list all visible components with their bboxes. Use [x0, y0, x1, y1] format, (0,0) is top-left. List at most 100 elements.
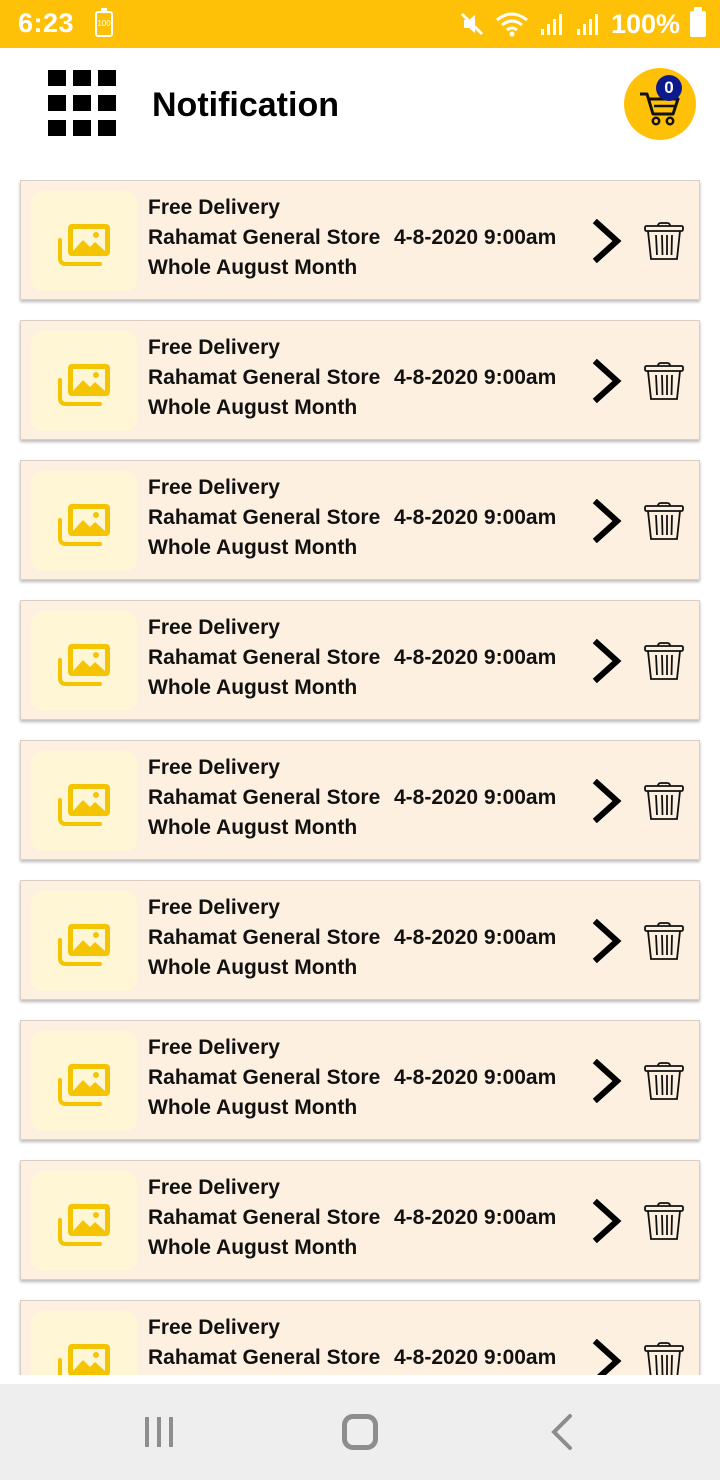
trash-icon[interactable]: [643, 1341, 685, 1375]
notification-store: Rahamat General Store: [148, 786, 381, 809]
system-nav-bar: [0, 1384, 720, 1480]
app-bar: Notification 0: [0, 48, 720, 168]
notification-store: Rahamat General Store: [148, 226, 381, 249]
notification-thumbnail: [31, 611, 137, 711]
chevron-right-icon[interactable]: [591, 639, 623, 683]
notification-card[interactable]: Free Delivery Rahamat General Store Whol…: [20, 180, 700, 300]
notification-text: Free Delivery Rahamat General Store Whol…: [148, 333, 388, 423]
notification-title: Free Delivery: [148, 1036, 280, 1059]
trash-icon[interactable]: [643, 501, 685, 541]
notification-title: Free Delivery: [148, 336, 280, 359]
notification-store: Rahamat General Store: [148, 1066, 381, 1089]
notification-title: Free Delivery: [148, 616, 280, 639]
notification-store: Rahamat General Store: [148, 366, 381, 389]
battery-saver-label: 100: [97, 19, 111, 28]
chevron-right-icon[interactable]: [591, 499, 623, 543]
trash-icon[interactable]: [643, 1201, 685, 1241]
notification-datetime: 4-8-2020 9:00am: [394, 226, 557, 249]
notification-thumbnail: [31, 751, 137, 851]
chevron-right-icon[interactable]: [591, 1339, 623, 1375]
chevron-right-icon[interactable]: [591, 919, 623, 963]
notification-title: Free Delivery: [148, 756, 280, 779]
notification-title: Free Delivery: [148, 1316, 280, 1339]
back-icon[interactable]: [548, 1413, 574, 1451]
notification-datetime: 4-8-2020 9:00am: [394, 646, 557, 669]
notification-text: Free Delivery Rahamat General Store Whol…: [148, 193, 388, 283]
notification-period: Whole August Month: [148, 1096, 358, 1119]
notification-thumbnail: [31, 1171, 137, 1271]
notification-text: Free Delivery Rahamat General Store Whol…: [148, 473, 388, 563]
notification-title: Free Delivery: [148, 1176, 280, 1199]
notification-card[interactable]: Free Delivery Rahamat General Store Whol…: [20, 740, 700, 860]
notification-text: Free Delivery Rahamat General Store Whol…: [148, 1173, 388, 1263]
recent-apps-icon[interactable]: [142, 1415, 176, 1449]
chevron-right-icon[interactable]: [591, 1199, 623, 1243]
image-icon: [58, 504, 110, 546]
cart-count-badge: 0: [656, 75, 682, 101]
home-icon[interactable]: [342, 1414, 378, 1450]
notification-title: Free Delivery: [148, 476, 280, 499]
notification-text: Free Delivery Rahamat General Store Whol…: [148, 753, 388, 843]
trash-icon[interactable]: [643, 641, 685, 681]
trash-icon[interactable]: [643, 781, 685, 821]
notification-store: Rahamat General Store: [148, 506, 381, 529]
notification-datetime: 4-8-2020 9:00am: [394, 366, 557, 389]
notification-card[interactable]: Free Delivery Rahamat General Store Whol…: [20, 1020, 700, 1140]
notification-title: Free Delivery: [148, 196, 280, 219]
image-icon: [58, 784, 110, 826]
notification-store: Rahamat General Store: [148, 926, 381, 949]
image-icon: [58, 224, 110, 266]
notification-period: Whole August Month: [148, 1236, 358, 1259]
notification-datetime: 4-8-2020 9:00am: [394, 1066, 557, 1089]
notification-card[interactable]: Free Delivery Rahamat General Store Whol…: [20, 880, 700, 1000]
chevron-right-icon[interactable]: [591, 359, 623, 403]
notification-datetime: 4-8-2020 9:00am: [394, 786, 557, 809]
notification-period: Whole August Month: [148, 396, 358, 419]
image-icon: [58, 1204, 110, 1246]
trash-icon[interactable]: [643, 1061, 685, 1101]
trash-icon[interactable]: [643, 221, 685, 261]
signal-icon: [540, 14, 562, 35]
chevron-right-icon[interactable]: [591, 219, 623, 263]
notification-card[interactable]: Free Delivery Rahamat General Store Whol…: [20, 1160, 700, 1280]
chevron-right-icon[interactable]: [591, 779, 623, 823]
notification-thumbnail: [31, 471, 137, 571]
cart-button[interactable]: 0: [624, 68, 696, 140]
image-icon: [58, 644, 110, 686]
notification-store: Rahamat General Store: [148, 1206, 381, 1229]
image-icon: [58, 364, 110, 406]
notification-thumbnail: [31, 331, 137, 431]
mute-icon: [460, 12, 483, 36]
notification-text: Free Delivery Rahamat General Store Whol…: [148, 1313, 388, 1375]
status-icons: 100%: [459, 6, 706, 42]
battery-icon: [690, 7, 706, 37]
notification-title: Free Delivery: [148, 896, 280, 919]
image-icon: [58, 1064, 110, 1106]
notification-period: Whole August Month: [148, 1373, 388, 1375]
signal-icon-2: [576, 14, 598, 35]
wifi-icon: [496, 12, 528, 37]
notification-period: Whole August Month: [148, 956, 358, 979]
notification-period: Whole August Month: [148, 256, 358, 279]
notification-datetime: 4-8-2020 9:00am: [394, 1346, 557, 1369]
notification-store: Rahamat General Store: [148, 646, 381, 669]
notification-datetime: 4-8-2020 9:00am: [394, 1206, 557, 1229]
notification-thumbnail: [31, 1311, 137, 1375]
notification-card[interactable]: Free Delivery Rahamat General Store Whol…: [20, 320, 700, 440]
notification-datetime: 4-8-2020 9:00am: [394, 506, 557, 529]
status-time: 6:23: [18, 8, 75, 38]
notification-thumbnail: [31, 191, 137, 291]
chevron-right-icon[interactable]: [591, 1059, 623, 1103]
trash-icon[interactable]: [643, 921, 685, 961]
notification-card[interactable]: Free Delivery Rahamat General Store Whol…: [20, 460, 700, 580]
status-bar: 6:23 100 100%: [0, 0, 720, 48]
notification-store: Rahamat General Store: [148, 1346, 381, 1369]
grid-menu-icon[interactable]: [48, 70, 116, 138]
notification-card[interactable]: Free Delivery Rahamat General Store Whol…: [20, 600, 700, 720]
notification-list[interactable]: Free Delivery Rahamat General Store Whol…: [0, 180, 720, 1375]
image-icon: [58, 924, 110, 966]
trash-icon[interactable]: [643, 361, 685, 401]
notification-period: Whole August Month: [148, 676, 358, 699]
notification-card[interactable]: Free Delivery Rahamat General Store Whol…: [20, 1300, 700, 1375]
notification-datetime: 4-8-2020 9:00am: [394, 926, 557, 949]
